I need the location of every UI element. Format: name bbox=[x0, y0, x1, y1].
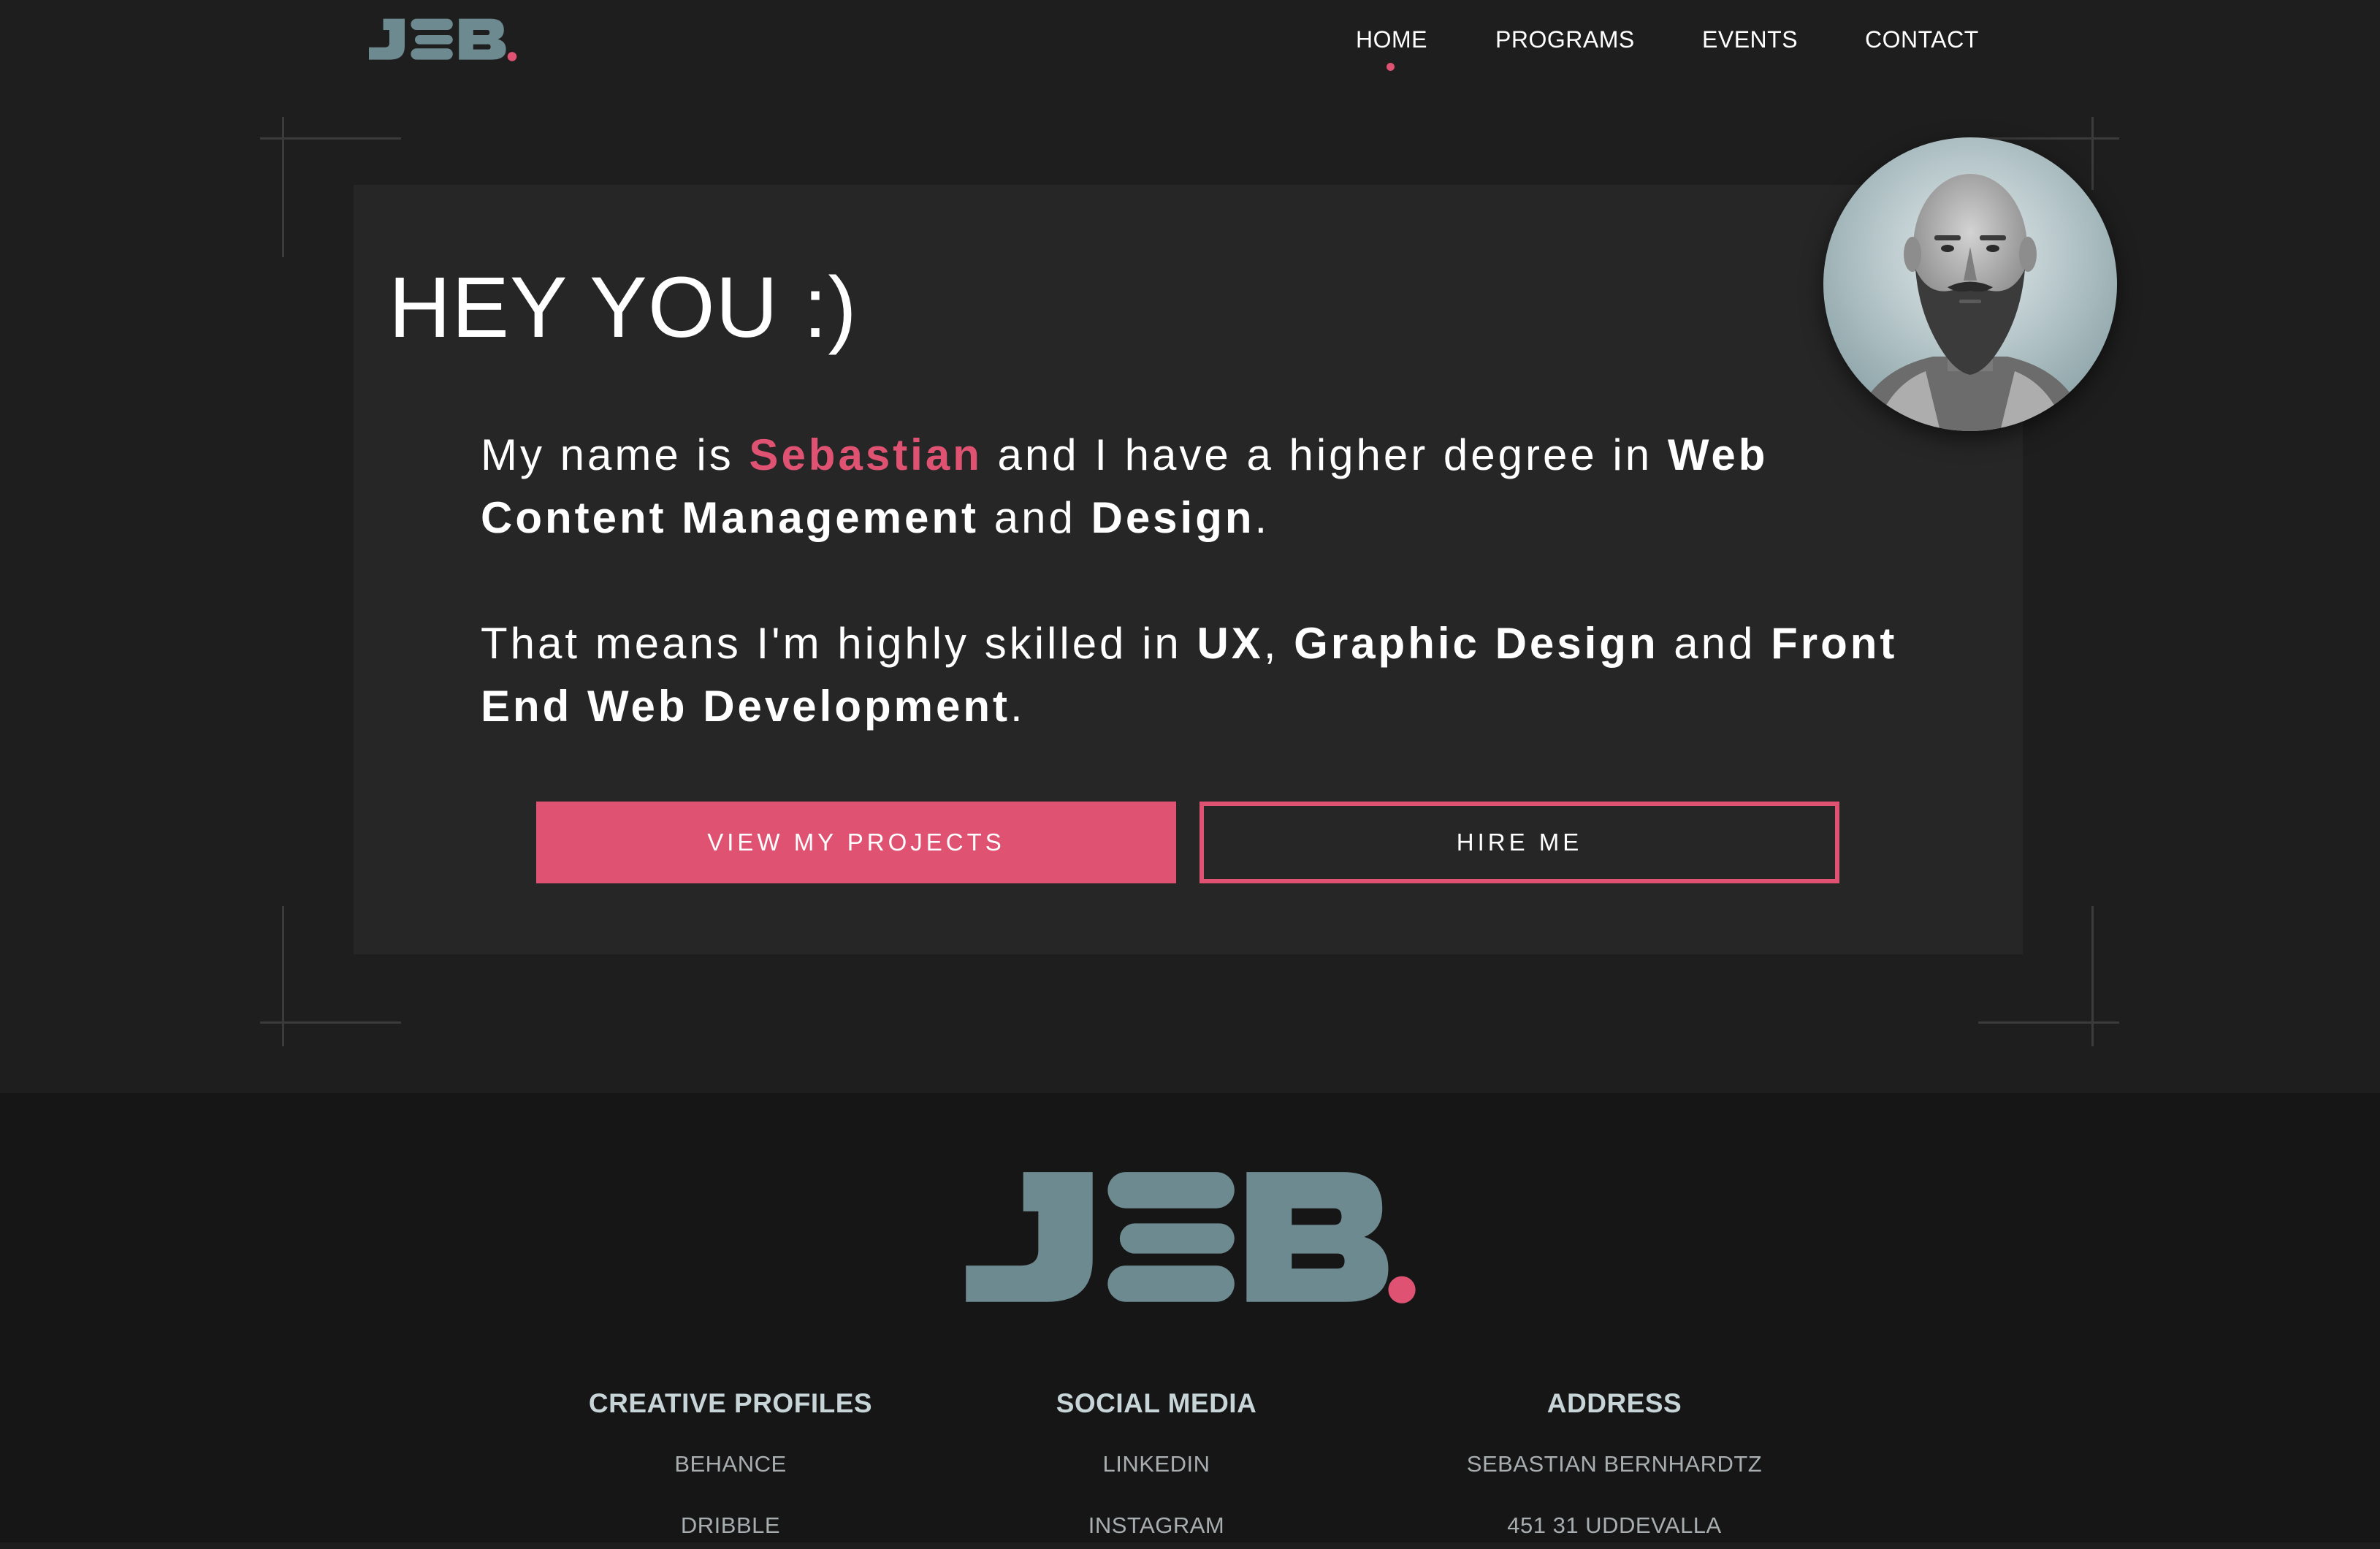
footer-col-title: ADDRESS bbox=[1546, 1388, 1682, 1418]
skills-text-3: and bbox=[1658, 619, 1771, 668]
hero-title: HEY YOU :) bbox=[389, 259, 858, 356]
nav-events[interactable]: EVENTS bbox=[1702, 26, 1798, 53]
nav-programs[interactable]: PROGRAMS bbox=[1495, 26, 1635, 53]
frame-guide-bottom-left-h bbox=[260, 1021, 401, 1024]
intro-text-4: . bbox=[1254, 493, 1270, 542]
footer-link-dribble[interactable]: DRIBBLE bbox=[497, 1512, 964, 1549]
active-indicator-dot bbox=[1387, 63, 1395, 71]
skills-text-4: . bbox=[1010, 682, 1026, 731]
hire-me-button[interactable]: HIRE ME bbox=[1199, 802, 1839, 883]
nav-home[interactable]: HOME bbox=[1356, 26, 1427, 53]
footer-col-title: CREATIVE PROFILES bbox=[588, 1388, 873, 1418]
frame-guide-bottom-right-h bbox=[1978, 1021, 2119, 1024]
main-nav: HOME PROGRAMS EVENTS CONTACT bbox=[1308, 26, 2009, 85]
skill-graphic-design: Graphic Design bbox=[1294, 619, 1659, 668]
frame-guide-bottom-right-v bbox=[2091, 906, 2094, 1046]
intro-name: Sebastian bbox=[749, 430, 983, 479]
frame-guide-top-right-v bbox=[2091, 117, 2094, 190]
skill-ux: UX bbox=[1197, 619, 1264, 668]
footer-col-address: ADDRESS SEBASTIAN BERNHARDTZ 451 31 UDDE… bbox=[1381, 1388, 1848, 1549]
footer-col-creative-profiles: CREATIVE PROFILES BEHANCE DRIBBLE bbox=[497, 1388, 964, 1549]
intro-text-2: and I have a higher degree in bbox=[982, 430, 1668, 479]
frame-guide-top-left-h bbox=[260, 137, 401, 140]
intro-text-1: My name is bbox=[481, 430, 750, 479]
address-name: SEBASTIAN BERNHARDTZ bbox=[1466, 1451, 1763, 1477]
frame-guide-top-left-v bbox=[282, 117, 284, 257]
view-projects-button[interactable]: VIEW MY PROJECTS bbox=[536, 802, 1176, 883]
site-header: HOME PROGRAMS EVENTS CONTACT bbox=[0, 0, 2380, 110]
intro-skill-2: Design bbox=[1091, 493, 1255, 542]
skills-paragraph: That means I'm highly skilled in UX, Gra… bbox=[481, 612, 1912, 738]
jsb-logo[interactable] bbox=[364, 15, 517, 66]
profile-photo bbox=[1823, 137, 2117, 431]
footer-col-social-media: SOCIAL MEDIA LINKEDIN INSTAGRAM bbox=[923, 1388, 1390, 1549]
intro-paragraph: My name is Sebastian and I have a higher… bbox=[481, 424, 1912, 549]
frame-guide-top-right-h bbox=[1978, 137, 2119, 140]
footer-link-linkedin[interactable]: LINKEDIN bbox=[923, 1451, 1390, 1488]
skills-text-1: That means I'm highly skilled in bbox=[481, 619, 1197, 668]
frame-guide-bottom-left-v bbox=[282, 906, 284, 1046]
footer-col-title: SOCIAL MEDIA bbox=[1056, 1388, 1257, 1418]
nav-contact[interactable]: CONTACT bbox=[1865, 26, 1979, 53]
skills-text-2: , bbox=[1263, 619, 1294, 668]
jsb-footer-logo bbox=[966, 1172, 1416, 1303]
address-postal: 451 31 UDDEVALLA bbox=[1507, 1512, 1722, 1538]
footer-link-behance[interactable]: BEHANCE bbox=[497, 1451, 964, 1488]
footer-link-instagram[interactable]: INSTAGRAM bbox=[923, 1512, 1390, 1549]
intro-text-3: and bbox=[979, 493, 1091, 542]
